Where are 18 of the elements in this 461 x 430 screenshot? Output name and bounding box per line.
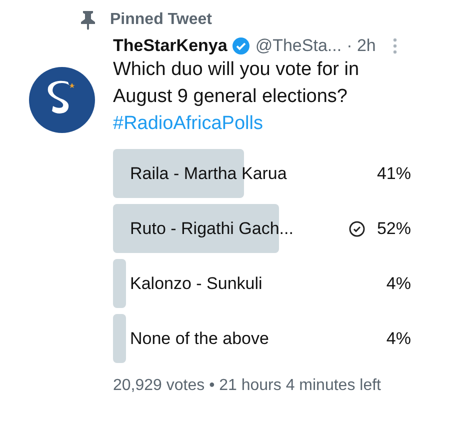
account-name[interactable]: TheStarKenya (113, 36, 228, 56)
poll-percentage: 4% (386, 328, 411, 348)
poll-option-label: Ruto - Rigathi Gach... (130, 218, 294, 238)
poll-footer: 20,929 votes • 21 hours 4 minutes left (113, 377, 433, 395)
poll-option-label: Kalonzo - Sunkuli (130, 274, 264, 294)
poll-result-bar (113, 314, 126, 363)
account-handle: @TheSta... (255, 36, 342, 56)
poll-option-label: None of the above (130, 328, 270, 348)
pin-icon (80, 10, 96, 30)
poll-option-label: Raila - Martha Karua (130, 164, 288, 184)
poll-percentage: 4% (386, 274, 411, 294)
poll-percentage: 41% (376, 164, 411, 184)
pinned-label: Pinned Tweet (110, 11, 212, 29)
poll-percentage: 52% (376, 218, 411, 238)
poll-result-bar (113, 259, 126, 308)
tweet-text: Which duo will you vote for in August 9 general elections? (113, 58, 360, 109)
tweet-time: · 2h (346, 36, 376, 56)
avatar-logo-icon[interactable] (29, 67, 95, 133)
